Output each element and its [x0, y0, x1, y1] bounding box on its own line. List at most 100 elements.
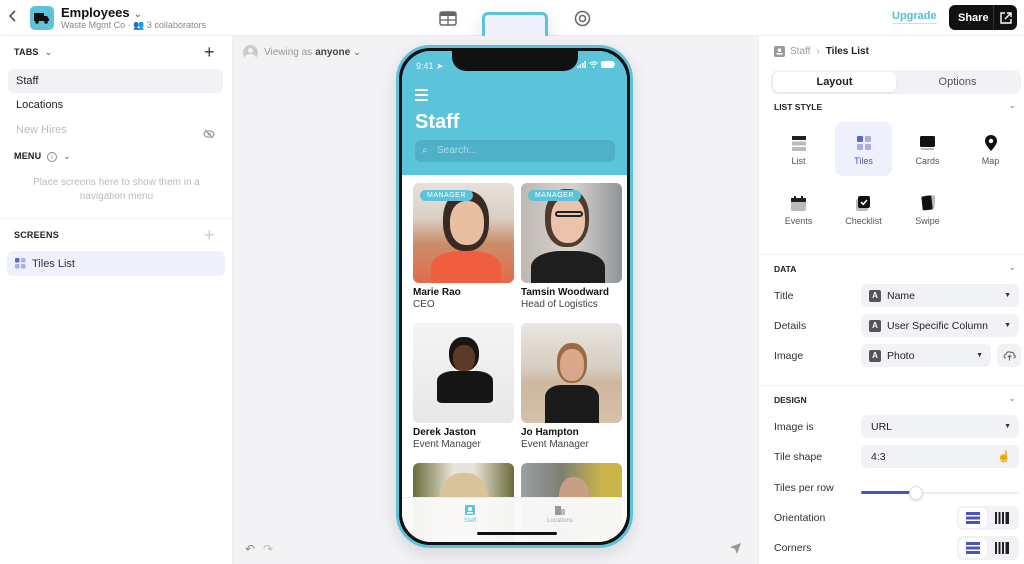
orientation-toggle	[957, 506, 1019, 530]
app-title[interactable]: Employees ⌄	[61, 5, 142, 20]
field-label-corners: Corners	[774, 542, 812, 554]
image-column-select[interactable]: A Photo ▼	[861, 344, 991, 367]
tile-item[interactable]: Derek Jaston Event Manager	[413, 323, 514, 450]
chevron-right-icon: ›	[816, 46, 820, 57]
corners-option-1[interactable]	[959, 538, 987, 558]
data-editor-button[interactable]	[434, 3, 462, 33]
tab-label: Locations	[16, 99, 64, 111]
tiles-icon	[15, 258, 26, 269]
open-external-button[interactable]	[994, 11, 1017, 24]
details-column-select[interactable]: A User Specific Column ▼	[861, 314, 1019, 337]
pointer-tool-button[interactable]	[729, 542, 742, 558]
view-toolbar: ⌄	[430, 3, 610, 515]
style-label: Swipe	[915, 216, 940, 226]
app-icon[interactable]	[30, 6, 54, 30]
field-label-tile-shape: Tile shape	[774, 451, 823, 463]
chevron-down-icon: ⌄	[63, 151, 71, 161]
eye-off-icon[interactable]	[203, 124, 215, 148]
tiles-icon	[856, 136, 871, 150]
style-option-tiles[interactable]: Tiles	[835, 122, 892, 176]
breadcrumb-parent[interactable]: Staff	[790, 46, 810, 57]
tab-options[interactable]: Options	[896, 72, 1019, 92]
field-label-image-is: Image is	[774, 421, 814, 433]
chevron-down-icon: ⌄	[44, 47, 53, 57]
tab-item-new-hires[interactable]: New Hires	[8, 118, 223, 142]
tile-item[interactable]: MANAGER Tamsin Woodward Head of Logistic…	[521, 183, 622, 310]
back-button[interactable]	[8, 9, 22, 27]
tiles-per-row-slider[interactable]	[861, 486, 1019, 500]
collapse-design-button[interactable]: ⌄	[1008, 393, 1016, 404]
tile-shape-select[interactable]: 4:3 ☝	[861, 445, 1019, 468]
hand-pointer-icon: ☝	[997, 451, 1011, 463]
image-is-select[interactable]: URL ▼	[861, 415, 1019, 438]
cloud-upload-icon	[1003, 351, 1016, 361]
tab-label: Locations	[547, 518, 573, 524]
text-column-icon: A	[869, 349, 881, 362]
orientation-horizontal-option[interactable]	[959, 508, 987, 528]
menu-empty-hint: Place screens here to show them in a nav…	[33, 177, 200, 202]
title-column-select[interactable]: A Name ▼	[861, 284, 1019, 307]
tab-item-staff[interactable]: Staff	[8, 69, 223, 93]
external-link-icon	[999, 11, 1012, 24]
select-value: Photo	[887, 349, 915, 362]
app-title-text: Employees	[61, 5, 130, 20]
hamburger-menu-icon[interactable]	[415, 89, 428, 104]
table-icon	[439, 10, 457, 26]
info-icon[interactable]: i	[47, 152, 58, 162]
field-label-image: Image	[774, 350, 804, 362]
add-tab-button[interactable]: +	[204, 43, 215, 61]
share-button[interactable]: Share	[949, 5, 1017, 30]
select-value: Name	[887, 289, 916, 302]
tile-photo	[413, 323, 514, 423]
redo-button[interactable]: ↷	[263, 542, 273, 556]
tile-details: Head of Logistics	[521, 299, 598, 310]
style-option-map[interactable]: Map	[962, 122, 1019, 176]
phone-search-input[interactable]: ⌕ Search...	[415, 140, 615, 162]
signal-icon	[576, 61, 586, 68]
viewing-as-selector[interactable]: Viewing as anyone ⌄	[243, 45, 361, 60]
phone-tab-locations[interactable]: Locations	[530, 504, 590, 524]
collaborators-count[interactable]: 3 collaborators	[147, 20, 206, 30]
tile-item[interactable]: MANAGER Marie Rao CEO	[413, 183, 514, 310]
tile-title: Marie Rao	[413, 287, 461, 298]
screen-item-tiles-list[interactable]: Tiles List	[7, 251, 225, 276]
tab-layout[interactable]: Layout	[773, 72, 896, 92]
caret-down-icon: ▼	[1004, 423, 1011, 430]
status-time: 9:41 ➤	[416, 61, 444, 71]
truck-icon	[34, 13, 49, 24]
style-label: Tiles	[854, 156, 873, 166]
map-pin-icon	[984, 135, 997, 151]
style-label: Map	[981, 156, 1000, 166]
battery-icon	[601, 61, 615, 68]
properties-panel: Staff › Tiles List Layout Options LIST S…	[758, 36, 1024, 564]
phone-notch	[452, 51, 578, 71]
tile-item[interactable]: Jo Hampton Event Manager	[521, 323, 622, 450]
upload-image-button[interactable]	[997, 344, 1021, 367]
tabs-header[interactable]: TABS ⌄	[14, 47, 52, 58]
style-option-cards[interactable]: Cards	[899, 122, 956, 176]
phone-tab-staff[interactable]: Staff	[440, 504, 500, 524]
style-label: Events	[784, 216, 813, 226]
style-option-checklist[interactable]: Checklist	[835, 182, 892, 236]
corners-toggle	[957, 536, 1019, 560]
tab-item-locations[interactable]: Locations	[8, 93, 223, 117]
style-option-list[interactable]: List	[770, 122, 827, 176]
add-screen-button[interactable]: +	[204, 226, 215, 244]
style-option-swipe[interactable]: Swipe	[899, 182, 956, 236]
select-value: User Specific Column	[887, 319, 988, 332]
calendar-icon	[791, 195, 806, 211]
slider-handle[interactable]	[909, 486, 923, 500]
settings-button[interactable]	[568, 3, 596, 33]
orientation-vertical-option[interactable]	[988, 508, 1016, 528]
undo-button[interactable]: ↶	[245, 542, 255, 556]
upgrade-link[interactable]: Upgrade	[892, 10, 937, 24]
field-label-title: Title	[774, 290, 794, 302]
corners-option-2[interactable]	[988, 538, 1016, 558]
collapse-list-style-button[interactable]: ⌄	[1008, 100, 1016, 111]
share-label: Share	[958, 11, 989, 24]
collapse-data-button[interactable]: ⌄	[1008, 262, 1016, 273]
panel-tabs: Layout Options	[771, 70, 1021, 94]
field-label-orientation: Orientation	[774, 512, 826, 524]
menu-header[interactable]: MENU i ⌄	[14, 151, 71, 162]
style-option-events[interactable]: Events	[770, 182, 827, 236]
